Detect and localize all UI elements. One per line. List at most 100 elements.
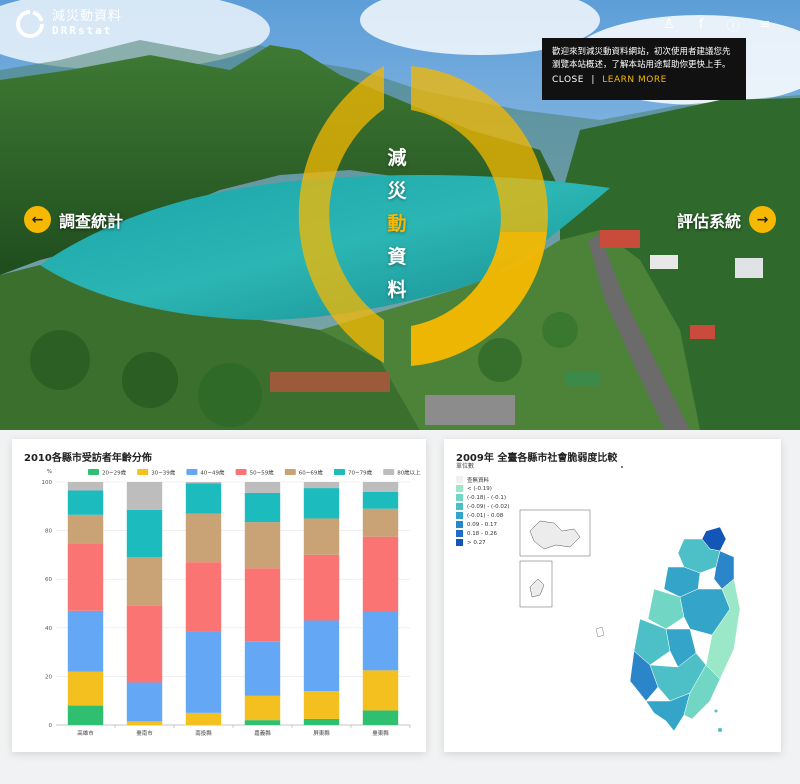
- header-icon-bar: ♙ f ⓘ ≡: [662, 17, 772, 34]
- legend-label: 70~79歲: [348, 468, 373, 476]
- legend-swatch: [88, 469, 99, 475]
- bar-segment: [303, 718, 340, 725]
- bar-segment: [362, 508, 399, 537]
- y-tick-label: 20: [45, 674, 52, 680]
- site-logo[interactable]: 減災動資料 DRRstat: [16, 9, 123, 38]
- bar-segment: [67, 543, 104, 611]
- menu-icon[interactable]: ≡: [758, 17, 772, 32]
- bar-segment: [303, 482, 340, 489]
- x-tick-label: 嘉義縣: [254, 729, 271, 737]
- bar-segment: [362, 612, 399, 671]
- bar-segment: [185, 513, 222, 563]
- bar-segment: [244, 641, 281, 696]
- bar-segment: [67, 490, 104, 515]
- hero-title-char: 資: [387, 246, 407, 268]
- welcome-notice: 歡迎來到減災動資料網站，初次使用者建議您先瀏覽本站概述，了解本站用途幫助你更快上…: [542, 38, 746, 100]
- legend-label: 60~69歲: [299, 468, 324, 476]
- bar-segment: [303, 488, 340, 519]
- bar-segment: [185, 631, 222, 713]
- user-icon[interactable]: ♙: [662, 17, 676, 32]
- legend-label: 80歲以上: [397, 468, 421, 476]
- logo-ring-icon: [16, 10, 44, 38]
- x-tick-label: 臺南市: [136, 729, 153, 737]
- notice-separator: |: [591, 75, 595, 86]
- bar-segment: [362, 482, 399, 492]
- notice-text: 歡迎來到減災動資料網站，初次使用者建議您先瀏覽本站概述，了解本站用途幫助你更快上…: [552, 47, 731, 71]
- bar-segment: [362, 536, 399, 613]
- x-tick-label: 南投縣: [195, 729, 212, 737]
- bar-segment: [362, 710, 399, 725]
- map-region-penghu: [529, 520, 581, 550]
- bar-segment: [244, 695, 281, 721]
- bar-segment: [185, 483, 222, 514]
- legend-swatch: [334, 469, 345, 475]
- bar-segment: [303, 620, 340, 691]
- hero-title-char: 料: [387, 279, 407, 301]
- notice-learn-more-link[interactable]: LEARN MORE: [602, 75, 667, 85]
- hero-banner: 減災動資料 DRRstat ♙ f ⓘ ≡ 歡迎來到減災動資料網站，初次使用者建…: [0, 0, 800, 430]
- legend-label: 50~59歲: [250, 468, 275, 476]
- x-tick-label: 臺東縣: [372, 729, 389, 737]
- legend-swatch: [186, 469, 198, 475]
- bar-segment: [244, 522, 281, 569]
- bar-segment: [244, 492, 281, 523]
- assessment-system-nav[interactable]: 評估系統 →: [677, 206, 777, 233]
- arrow-left-icon: ←: [24, 206, 51, 233]
- map-region-kinmen: [529, 578, 545, 598]
- hero-title-char: 災: [387, 180, 407, 202]
- legend-label: 40~49歲: [200, 468, 225, 476]
- bar-segment: [67, 514, 104, 544]
- bar-segment: [126, 482, 163, 510]
- bar-segment: [126, 509, 163, 558]
- bar-segment: [67, 482, 104, 491]
- bar-segment: [185, 482, 222, 484]
- legend-swatch: [137, 469, 149, 475]
- hero-title-char: 動: [387, 213, 407, 235]
- hero-title: 減 災 動 資 料: [384, 143, 410, 302]
- facebook-icon[interactable]: f: [694, 17, 708, 32]
- bar-segment: [303, 554, 340, 621]
- map-region-matsu: [621, 466, 623, 468]
- bar-segment: [126, 682, 163, 722]
- bar-segment: [67, 610, 104, 672]
- bar-segment: [362, 491, 399, 509]
- notice-close-button[interactable]: CLOSE: [552, 75, 584, 85]
- survey-statistics-nav[interactable]: ← 調查統計: [24, 206, 123, 233]
- legend-swatch: [284, 469, 296, 475]
- bar-segment: [303, 690, 340, 719]
- map-region-orchid-island: [718, 728, 722, 732]
- bar-segment: [185, 562, 222, 632]
- bar-segment: [126, 605, 163, 683]
- y-tick-label: 40: [45, 626, 52, 632]
- legend-swatch: [383, 469, 395, 475]
- assessment-system-label: 評估系統: [677, 211, 742, 231]
- bar-segment: [67, 671, 104, 706]
- arrow-right-icon: →: [749, 206, 777, 233]
- legend-label: 20~29歲: [102, 468, 127, 476]
- survey-statistics-label: 調查統計: [59, 211, 124, 231]
- y-tick-label: 60: [45, 577, 52, 583]
- logo-english-text: DRRstat: [52, 24, 113, 38]
- hero-title-char: 減: [387, 147, 407, 169]
- info-icon[interactable]: ⓘ: [726, 17, 740, 34]
- social-vulnerability-card[interactable]: 2009年 全臺各縣市社會脆弱度比較 單位數 查無資料 < (-0.19) (-0.…: [444, 439, 781, 752]
- taiwan-vulnerability-map: [519, 466, 741, 732]
- y-tick-label: 80: [45, 529, 52, 535]
- legend-swatch: [235, 469, 247, 475]
- age-stacked-bar-chart: % 0 20 40 60 80 100 高雄市 臺南市 南投縣 嘉義縣 屏東縣 臺東縣 20~29歲 30~…: [42, 468, 422, 737]
- age-distribution-card[interactable]: 2010各縣市受訪者年齡分佈 % 0 20 40 60 80 100 高雄市 臺南市 南投縣 嘉義縣…: [12, 439, 426, 752]
- logo-chinese-text: 減災動資料: [52, 9, 123, 25]
- bar-segment: [67, 705, 104, 725]
- map-region-islet: [595, 626, 605, 638]
- legend-label: 30~39歲: [151, 468, 176, 476]
- map-region-green-island: [714, 709, 718, 713]
- y-axis-label: %: [47, 469, 52, 475]
- y-tick-label: 100: [42, 480, 53, 486]
- bar-segment: [244, 568, 281, 642]
- bar-segment: [303, 518, 340, 555]
- bar-segment: [126, 557, 163, 606]
- bar-segment: [185, 712, 222, 725]
- bar-segment: [362, 670, 399, 711]
- x-tick-label: 高雄市: [77, 729, 94, 737]
- bar-segment: [244, 482, 281, 493]
